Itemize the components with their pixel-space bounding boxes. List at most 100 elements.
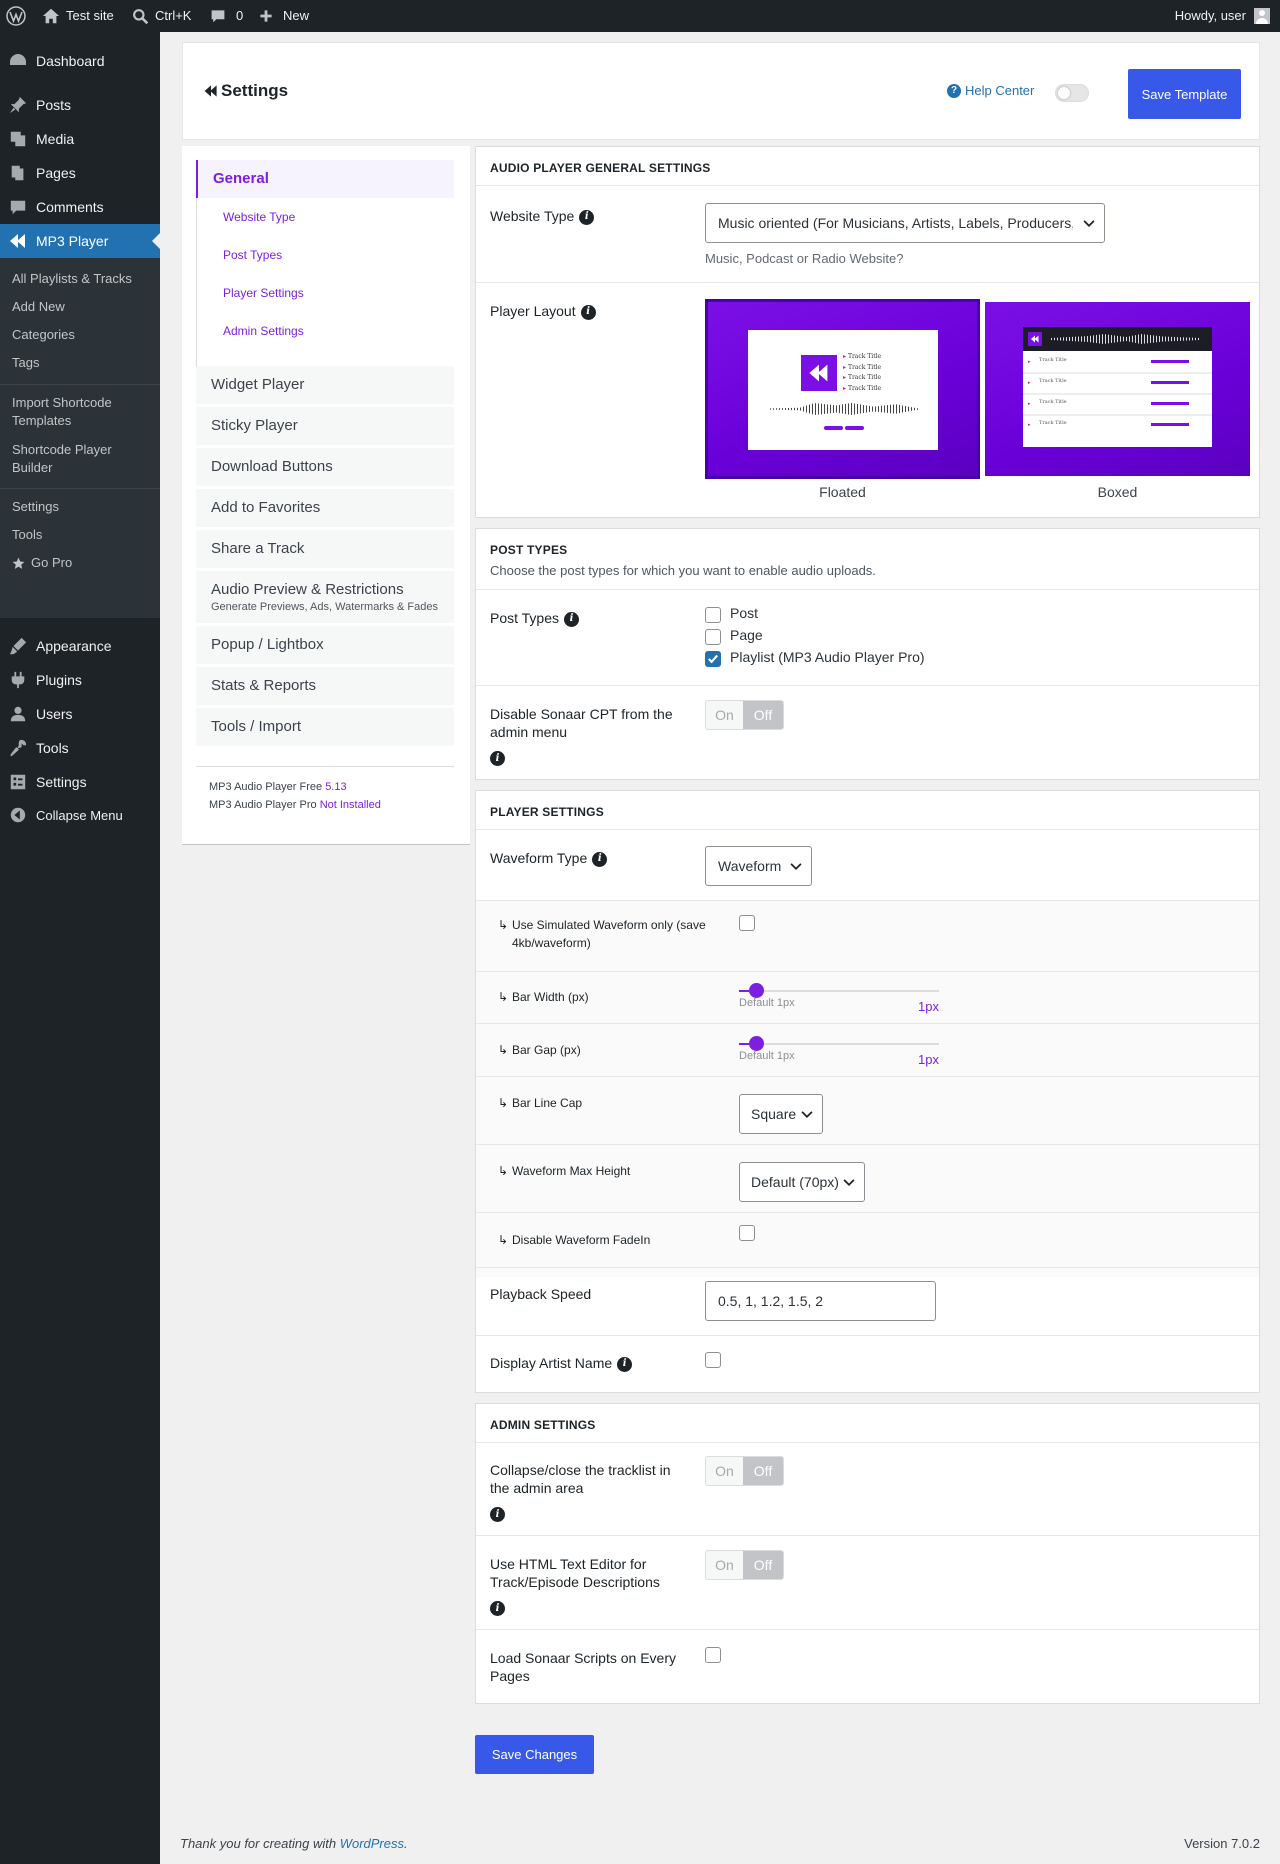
waveform-type-select[interactable]: Waveform xyxy=(705,846,812,886)
submenu-item[interactable]: Shortcode Player Builder xyxy=(12,441,152,477)
toggle-off[interactable]: Off xyxy=(743,1551,783,1579)
waveform-type-label-text: Waveform Type xyxy=(490,850,588,866)
nav-widget-player[interactable]: Widget Player xyxy=(196,366,454,404)
toggle-off[interactable]: Off xyxy=(743,1457,783,1485)
nav-link-player-settings[interactable]: Player Settings xyxy=(223,286,304,300)
html-editor-toggle[interactable]: On Off xyxy=(705,1550,784,1580)
slider-handle[interactable] xyxy=(749,983,764,998)
collapse-menu-button[interactable]: Collapse Menu xyxy=(0,798,160,832)
theme-toggle[interactable] xyxy=(1055,84,1089,102)
sidebar-item-settings[interactable]: Settings xyxy=(0,765,160,799)
checkbox-playlist-label: Playlist (MP3 Audio Player Pro) xyxy=(730,649,925,665)
nav-share-a-track[interactable]: Share a Track xyxy=(196,530,454,568)
submenu-item[interactable]: Categories xyxy=(12,326,152,344)
info-icon[interactable]: i xyxy=(490,1507,505,1522)
website-type-description: Music, Podcast or Radio Website? xyxy=(705,251,904,266)
nav-add-to-favorites[interactable]: Add to Favorites xyxy=(196,489,454,527)
website-type-select[interactable]: Music oriented (For Musicians, Artists, … xyxy=(705,203,1105,243)
toggle-on[interactable]: On xyxy=(706,701,744,729)
home-icon xyxy=(42,8,60,24)
sidebar-item-mp3-player[interactable]: MP3 Player xyxy=(0,224,160,258)
load-scripts-checkbox[interactable] xyxy=(705,1647,721,1663)
disable-fadein-checkbox[interactable] xyxy=(739,1225,755,1241)
pro-version-status[interactable]: Not Installed xyxy=(320,799,381,811)
max-height-select[interactable]: Default (70px) xyxy=(739,1162,865,1202)
comments-link[interactable]: 0 xyxy=(210,0,243,32)
sidebar-item-media[interactable]: Media xyxy=(0,122,160,156)
bar-line-cap-select[interactable]: Square xyxy=(739,1094,823,1134)
track-title: ▸ Track Title xyxy=(843,384,882,392)
sidebar-item-tools[interactable]: Tools xyxy=(0,731,160,765)
playback-speed-input[interactable]: 0.5, 1, 1.2, 1.5, 2 xyxy=(705,1281,936,1321)
nav-popup-lightbox[interactable]: Popup / Lightbox xyxy=(196,626,454,664)
wordpress-link[interactable]: WordPress xyxy=(340,1836,404,1851)
layout-option-floated[interactable]: ▸ Track Title ▸ Track Title ▸ Track Titl… xyxy=(705,299,980,509)
wrench-icon xyxy=(0,739,36,757)
checkbox-playlist[interactable] xyxy=(705,651,721,667)
site-name-link[interactable]: Test site xyxy=(42,0,114,32)
submenu-item[interactable]: Add New xyxy=(12,298,152,316)
sidebar-item-plugins[interactable]: Plugins xyxy=(0,663,160,697)
submenu-divider xyxy=(0,384,160,385)
sidebar-item-dashboard[interactable]: Dashboard xyxy=(0,44,160,78)
toggle-on[interactable]: On xyxy=(706,1551,744,1579)
slider-track xyxy=(739,990,939,992)
avatar xyxy=(1254,8,1270,24)
submenu-item[interactable]: Tags xyxy=(12,354,152,372)
new-content-link[interactable]: New xyxy=(259,0,309,32)
toggle-on[interactable]: On xyxy=(706,1457,744,1485)
nav-sticky-player[interactable]: Sticky Player xyxy=(196,407,454,445)
display-artist-checkbox[interactable] xyxy=(705,1352,721,1368)
settings-nav: General Website Type Post Types Player S… xyxy=(182,146,470,845)
checkbox-post[interactable] xyxy=(705,607,721,623)
nav-link-website-type[interactable]: Website Type xyxy=(223,210,295,224)
nav-link-post-types[interactable]: Post Types xyxy=(223,248,282,262)
search-shortcut[interactable]: Ctrl+K xyxy=(132,0,191,32)
sidebar-item-comments[interactable]: Comments xyxy=(0,190,160,224)
website-type-label-text: Website Type xyxy=(490,208,575,224)
info-icon[interactable]: i xyxy=(579,209,595,225)
load-scripts-label: Load Sonaar Scripts on Every Pages xyxy=(490,1650,676,1684)
bar-gap-slider[interactable]: Default 1px 1px xyxy=(739,1033,939,1073)
submenu-item[interactable]: All Playlists & Tracks xyxy=(12,270,152,288)
help-center-link[interactable]: ? Help Center xyxy=(947,83,1034,98)
slider-handle[interactable] xyxy=(749,1036,764,1051)
disable-cpt-toggle[interactable]: On Off xyxy=(705,700,784,730)
submenu-item[interactable]: Import Shortcode Templates xyxy=(12,394,152,430)
nav-stats-reports[interactable]: Stats & Reports xyxy=(196,667,454,705)
layout-option-boxed[interactable]: ▸ Track Title ▸ Track Title ▸ Track Title ▸… xyxy=(985,302,1250,509)
nav-general[interactable]: General xyxy=(196,160,454,198)
divider xyxy=(476,829,1259,830)
save-changes-button[interactable]: Save Changes xyxy=(475,1735,594,1774)
sidebar-item-users[interactable]: Users xyxy=(0,697,160,731)
disable-fadein-label-text: Disable Waveform FadeIn xyxy=(512,1233,651,1247)
nav-tools-import[interactable]: Tools / Import xyxy=(196,708,454,746)
info-icon[interactable]: i xyxy=(564,611,580,627)
info-icon[interactable]: i xyxy=(490,751,505,766)
sidebar-item-posts[interactable]: Posts xyxy=(0,88,160,122)
info-icon[interactable]: i xyxy=(617,1356,633,1372)
divider xyxy=(476,1335,1259,1336)
nav-link-admin-settings[interactable]: Admin Settings xyxy=(223,324,304,338)
submenu-item[interactable]: Tools xyxy=(12,526,152,544)
sidebar-item-appearance[interactable]: Appearance xyxy=(0,629,160,663)
bar-width-slider[interactable]: Default 1px 1px xyxy=(739,980,939,1020)
submenu-item[interactable]: Settings xyxy=(12,498,152,516)
collapse-tracklist-toggle[interactable]: On Off xyxy=(705,1456,784,1486)
nav-audio-preview[interactable]: Audio Preview & Restrictions Generate Pr… xyxy=(196,571,454,623)
toggle-off[interactable]: Off xyxy=(743,701,783,729)
simulated-waveform-checkbox[interactable] xyxy=(739,915,755,931)
wordpress-logo-icon[interactable] xyxy=(6,0,26,32)
nav-download-buttons[interactable]: Download Buttons xyxy=(196,448,454,486)
my-account[interactable]: Howdy, user xyxy=(1175,0,1270,32)
info-icon[interactable]: i xyxy=(592,851,608,867)
player-logo-icon xyxy=(801,355,837,391)
sidebar-item-pages[interactable]: Pages xyxy=(0,156,160,190)
submenu-item-go-pro[interactable]: Go Pro xyxy=(12,554,152,572)
info-icon[interactable]: i xyxy=(580,304,596,320)
checkbox-page[interactable] xyxy=(705,629,721,645)
save-template-button[interactable]: Save Template xyxy=(1128,69,1241,119)
divider xyxy=(476,589,1259,590)
info-icon[interactable]: i xyxy=(490,1601,505,1616)
comment-icon xyxy=(0,198,36,216)
